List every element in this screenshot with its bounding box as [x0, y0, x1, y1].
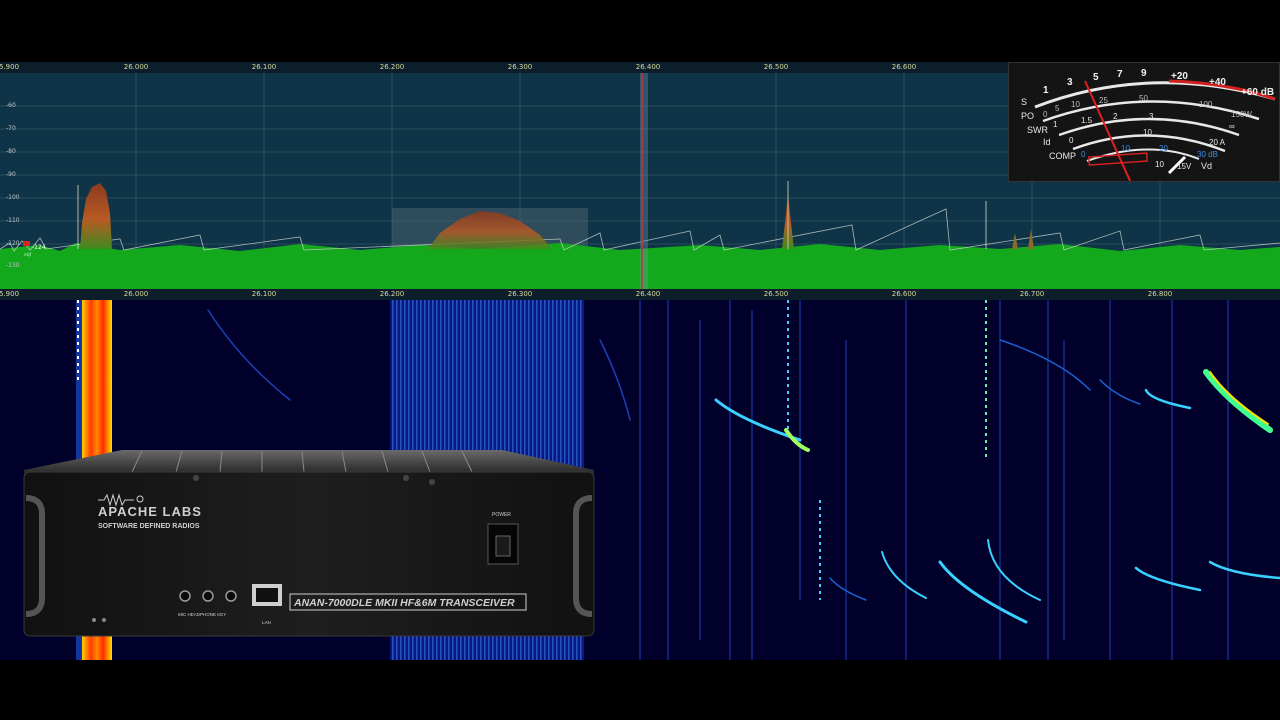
swr-scale-label: SWR	[1027, 125, 1048, 135]
db-label: -70	[6, 125, 16, 132]
svg-text:+40: +40	[1209, 77, 1226, 88]
freq-label: 26.300	[507, 63, 533, 71]
s-meter: S PO SWR Id COMP Vd 1 3 5 7 9 +20 +40 +6…	[1008, 62, 1280, 182]
jack-labels: MIC HEADPHONE KEY	[178, 612, 226, 617]
db-label: -60	[6, 102, 16, 109]
svg-text:1: 1	[1053, 120, 1058, 129]
freq-label: 26.400	[635, 290, 661, 298]
lan-label: LAN	[262, 620, 271, 625]
freq-label: 26.800	[1147, 290, 1173, 298]
svg-text:5: 5	[1055, 104, 1060, 113]
svg-text:3: 3	[1149, 112, 1154, 121]
svg-text:0: 0	[1081, 150, 1086, 159]
svg-text:15V: 15V	[1177, 162, 1192, 171]
freq-label: 26.400	[635, 63, 661, 71]
svg-text:+60 dB: +60 dB	[1241, 87, 1274, 98]
db-label: -100	[6, 194, 20, 201]
svg-text:3: 3	[1067, 77, 1073, 88]
svg-text:1: 1	[1043, 85, 1049, 96]
power-label: POWER	[492, 512, 511, 518]
noise-floor-readout: -124	[32, 244, 46, 251]
tuning-passband[interactable]	[640, 73, 648, 289]
radio-brand: APACHE LABS	[98, 504, 202, 519]
squelch-label: sql	[24, 252, 32, 258]
bottom-frequency-scale: 5.900 26.000 26.100 26.200 26.300 26.400…	[0, 289, 1280, 300]
svg-text:7: 7	[1117, 69, 1123, 80]
id-scale-label: Id	[1043, 137, 1051, 147]
freq-label: 26.700	[1019, 290, 1045, 298]
comp-scale-label: COMP	[1049, 151, 1076, 161]
freq-label: 26.500	[763, 290, 789, 298]
db-label: -130	[6, 262, 20, 269]
freq-label: 26.500	[763, 63, 789, 71]
svg-text:20: 20	[1159, 144, 1168, 153]
svg-text:10: 10	[1121, 144, 1130, 153]
svg-text:30 dB: 30 dB	[1197, 150, 1218, 159]
svg-text:2: 2	[1113, 112, 1118, 121]
freq-label: 26.000	[123, 63, 149, 71]
meter-needle	[1084, 80, 1132, 181]
po-scale-label: PO	[1021, 111, 1034, 121]
svg-text:9: 9	[1141, 68, 1147, 79]
freq-label: 26.100	[251, 290, 277, 298]
svg-text:∞: ∞	[1229, 122, 1235, 131]
freq-label: 26.300	[507, 290, 533, 298]
s-scale-label: S	[1021, 97, 1027, 107]
svg-text:10: 10	[1143, 128, 1152, 137]
svg-text:1.5: 1.5	[1081, 116, 1093, 125]
radio-model: ANAN-7000DLE MKII HF&6M TRANSCEIVER	[293, 597, 515, 609]
freq-label: 5.900	[0, 290, 20, 298]
radio-image: APACHE LABS SOFTWARE DEFINED RADIOS POWE…	[22, 448, 596, 638]
freq-label: 26.600	[891, 63, 917, 71]
freq-label: 26.000	[123, 290, 149, 298]
svg-text:20 A: 20 A	[1209, 138, 1226, 147]
svg-text:+20: +20	[1171, 71, 1188, 82]
freq-label: 26.600	[891, 290, 917, 298]
db-label: -90	[6, 171, 16, 178]
svg-text:100: 100	[1199, 100, 1213, 109]
db-label: -110	[6, 217, 20, 224]
svg-text:10: 10	[1071, 100, 1080, 109]
svg-text:0: 0	[1069, 136, 1074, 145]
svg-text:10: 10	[1155, 160, 1164, 169]
svg-text:150W: 150W	[1231, 110, 1252, 119]
freq-label: 26.200	[379, 63, 405, 71]
signal-peak	[80, 183, 112, 249]
radio-tagline: SOFTWARE DEFINED RADIOS	[98, 523, 200, 530]
svg-text:25: 25	[1099, 96, 1108, 105]
svg-text:5: 5	[1093, 72, 1099, 83]
vd-scale-label: Vd	[1201, 161, 1212, 171]
freq-label: 26.200	[379, 290, 405, 298]
freq-label: 26.100	[251, 63, 277, 71]
freq-label: 5.900	[0, 63, 20, 71]
svg-text:0: 0	[1043, 110, 1048, 119]
db-label: -120	[6, 240, 20, 247]
svg-text:50: 50	[1139, 94, 1148, 103]
db-label: -80	[6, 148, 16, 155]
